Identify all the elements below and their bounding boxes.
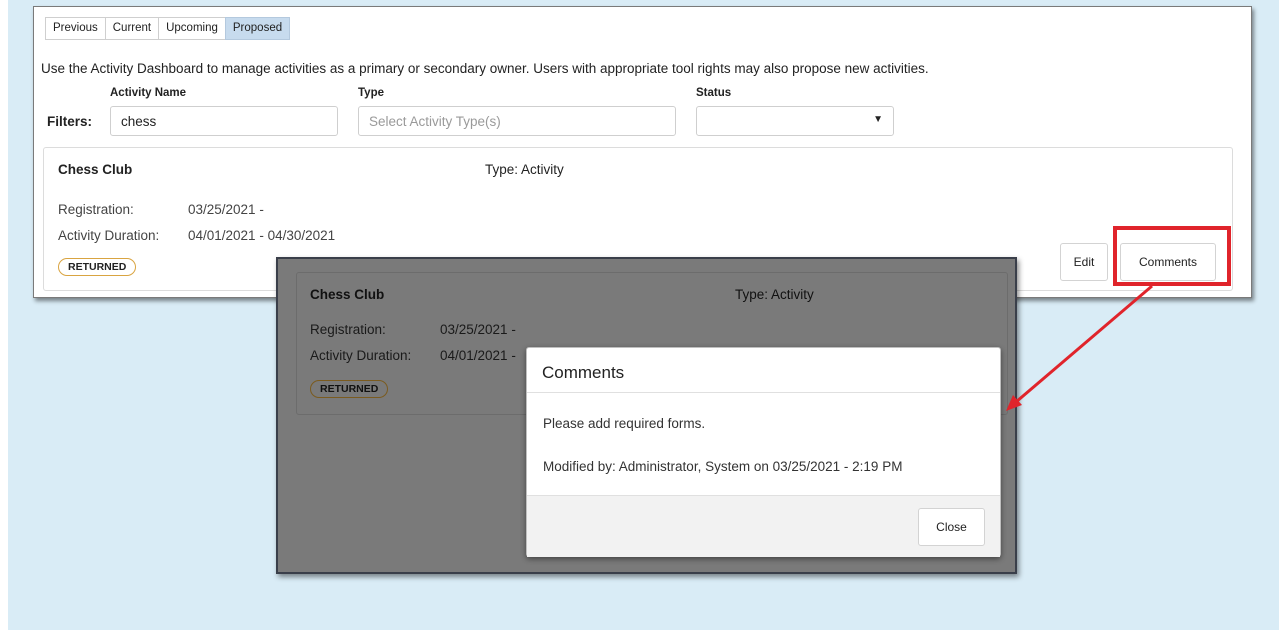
status-badge: RETURNED: [58, 258, 137, 276]
tab-previous[interactable]: Previous: [45, 17, 106, 40]
caret-down-icon: ▼: [873, 114, 883, 125]
tab-proposed[interactable]: Proposed: [224, 17, 291, 40]
status-label: Status: [696, 87, 732, 99]
edit-button[interactable]: Edit: [1060, 243, 1108, 281]
close-button[interactable]: Close: [918, 508, 985, 546]
zoomed-status-badge: RETURNED: [310, 380, 389, 398]
tab-bar: Previous Current Upcoming Proposed: [45, 17, 291, 40]
activity-name: Chess Club: [58, 162, 133, 177]
activity-name-label: Activity Name: [110, 87, 187, 99]
comment-text: Please add required forms.: [543, 416, 706, 431]
type-label: Type: [358, 87, 384, 99]
intro-text: Use the Activity Dashboard to manage act…: [41, 61, 929, 76]
zoomed-registration-value: 03/25/2021 -: [440, 322, 516, 337]
status-select[interactable]: ▼: [696, 106, 894, 136]
zoomed-activity-type: Type: Activity: [735, 287, 814, 302]
filters-label: Filters:: [47, 114, 93, 129]
zoomed-registration-label: Registration:: [310, 322, 386, 337]
modal-title: Comments: [527, 348, 1000, 393]
duration-value: 04/01/2021 - 04/30/2021: [188, 228, 336, 243]
registration-value: 03/25/2021 -: [188, 202, 264, 217]
activity-dashboard-panel: Previous Current Upcoming Proposed Use t…: [33, 6, 1252, 298]
registration-label: Registration:: [58, 202, 134, 217]
tab-upcoming[interactable]: Upcoming: [158, 17, 226, 40]
tab-current[interactable]: Current: [104, 17, 160, 40]
zoomed-duration-value: 04/01/2021 -: [440, 348, 516, 363]
comments-highlight-box: [1113, 226, 1231, 286]
modified-by-text: Modified by: Administrator, System on 03…: [543, 459, 903, 474]
comments-modal: Comments Please add required forms. Modi…: [526, 347, 1001, 557]
activity-name-input[interactable]: [110, 106, 338, 136]
modal-footer: Close: [527, 495, 1000, 557]
activity-type-input[interactable]: [358, 106, 676, 136]
duration-label: Activity Duration:: [58, 228, 160, 243]
activity-type: Type: Activity: [485, 162, 564, 177]
zoomed-activity-name: Chess Club: [310, 287, 385, 302]
zoomed-duration-label: Activity Duration:: [310, 348, 412, 363]
